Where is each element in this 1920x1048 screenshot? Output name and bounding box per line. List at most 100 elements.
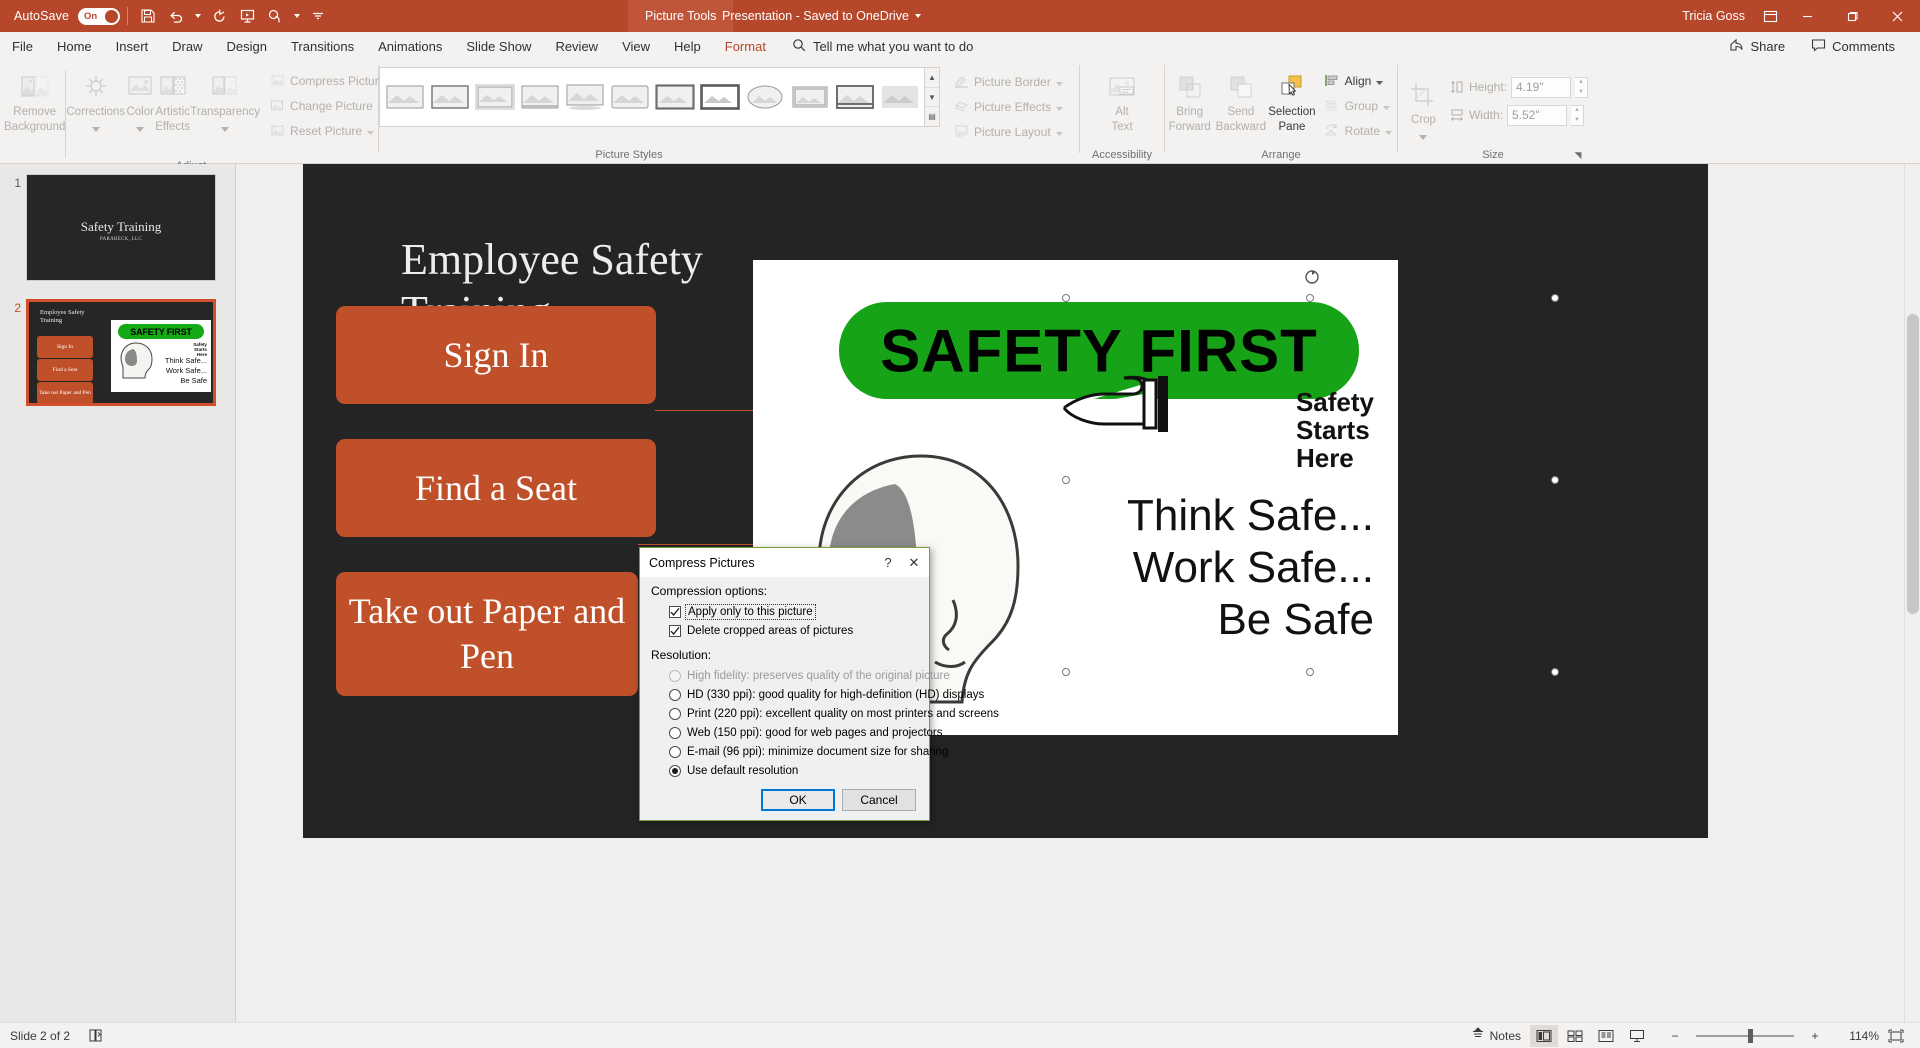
tab-design[interactable]: Design (215, 32, 279, 61)
alt-text-button[interactable]: Alt Text (1090, 66, 1154, 134)
selection-pane-button[interactable]: Selection Pane (1267, 66, 1316, 134)
zoom-knob[interactable] (1748, 1028, 1753, 1043)
group-button[interactable]: Group (1319, 94, 1397, 117)
minimize-button[interactable] (1785, 0, 1830, 32)
radio-hd-330[interactable]: HD (330 ppi): good quality for high-defi… (669, 686, 984, 703)
picture-style-option[interactable] (517, 70, 562, 124)
radio-print-220[interactable]: Print (220 ppi): excellent quality on mo… (669, 705, 999, 722)
radio-web-150[interactable]: Web (150 ppi): good for web pages and pr… (669, 724, 943, 741)
radio-email-96[interactable]: E-mail (96 ppi): minimize document size … (669, 743, 948, 760)
zoom-track[interactable] (1696, 1028, 1794, 1043)
ribbon-display-options-icon[interactable] (1755, 1, 1785, 31)
user-name[interactable]: Tricia Goss (1682, 9, 1745, 23)
customize-qat-icon[interactable] (305, 4, 331, 28)
picture-effects-button[interactable]: Picture Effects (948, 95, 1068, 118)
start-presentation-icon[interactable] (234, 4, 260, 28)
checkbox-delete-cropped-areas[interactable]: Delete cropped areas of pictures (669, 622, 918, 639)
undo-dropdown-caret[interactable] (191, 4, 204, 28)
width-spinner[interactable]: ▲ ▼ (1570, 104, 1584, 126)
selection-handle-top-left[interactable] (1062, 294, 1070, 302)
selection-handle-bottom-left[interactable] (1062, 668, 1070, 676)
height-input[interactable]: 4.19" (1511, 76, 1571, 98)
dialog-close-icon[interactable]: ✕ (901, 550, 927, 576)
agenda-box-sign-in[interactable]: Sign In (336, 306, 656, 404)
change-picture-button[interactable]: Change Picture (264, 94, 396, 117)
reset-picture-button[interactable]: Reset Picture (264, 119, 396, 142)
save-icon[interactable] (135, 4, 161, 28)
send-backward-button[interactable]: Send Backward (1214, 66, 1267, 134)
rotate-button[interactable]: Rotate (1319, 119, 1397, 142)
reading-view-button[interactable] (1592, 1025, 1620, 1047)
tab-insert[interactable]: Insert (104, 32, 161, 61)
dialog-help-icon[interactable]: ? (875, 550, 901, 576)
tab-file[interactable]: File (0, 32, 45, 61)
normal-view-button[interactable] (1530, 1024, 1558, 1047)
tab-animations[interactable]: Animations (366, 32, 454, 61)
selection-handle-bottom-right[interactable] (1551, 668, 1559, 676)
picture-style-option[interactable] (652, 70, 697, 124)
autosave-toggle[interactable]: On (78, 7, 121, 25)
selection-handle-top-center[interactable] (1306, 294, 1314, 302)
zoom-level-label[interactable]: 114% (1839, 1029, 1879, 1043)
picture-styles-scroll-controls[interactable]: ▲ ▼ ▤ (925, 67, 940, 127)
size-dialog-launcher[interactable]: ◥ (1571, 148, 1585, 162)
radio-use-default-resolution[interactable]: Use default resolution (669, 762, 918, 779)
picture-style-option[interactable] (787, 70, 832, 124)
picture-styles-gallery[interactable] (379, 67, 925, 127)
rotate-selection-handle[interactable] (1304, 269, 1320, 285)
gallery-scroll-up-icon[interactable]: ▲ (925, 68, 939, 88)
tab-view[interactable]: View (610, 32, 662, 61)
picture-border-button[interactable]: Picture Border (948, 70, 1068, 93)
height-spinner[interactable]: ▲ ▼ (1575, 76, 1588, 98)
undo-icon[interactable] (163, 4, 189, 28)
gallery-more-icon[interactable]: ▤ (925, 107, 939, 126)
slide-canvas[interactable]: Employee Safety Training Sign In Find a … (303, 164, 1708, 838)
picture-layout-button[interactable]: Picture Layout (948, 120, 1068, 143)
align-button[interactable]: Align (1319, 69, 1397, 92)
agenda-box-find-a-seat[interactable]: Find a Seat (336, 439, 656, 537)
width-input[interactable]: 5.52" (1506, 104, 1567, 126)
tab-draw[interactable]: Draw (160, 32, 214, 61)
comments-button[interactable]: Comments (1798, 32, 1908, 61)
bring-forward-button[interactable]: Bring Forward (1165, 66, 1214, 134)
slide-thumbnail-1[interactable]: Safety Training PARABECK, LLC (26, 174, 216, 281)
selection-handle-middle-left[interactable] (1062, 476, 1070, 484)
agenda-box-take-out-paper[interactable]: Take out Paper and Pen (336, 572, 638, 696)
tell-me-search[interactable]: Tell me what you want to do (778, 32, 983, 61)
picture-style-option[interactable] (472, 70, 517, 124)
zoom-in-button[interactable]: + (1802, 1025, 1828, 1047)
selection-handle-top-right[interactable] (1551, 294, 1559, 302)
picture-style-option[interactable] (742, 70, 787, 124)
fit-slide-to-window-button[interactable] (1882, 1025, 1910, 1047)
tab-slide-show[interactable]: Slide Show (454, 32, 543, 61)
slide-sorter-button[interactable] (1561, 1025, 1589, 1047)
tab-transitions[interactable]: Transitions (279, 32, 366, 61)
document-title[interactable]: Presentation - Saved to OneDrive (712, 0, 931, 32)
restore-button[interactable] (1830, 0, 1875, 32)
picture-style-option[interactable] (607, 70, 652, 124)
selection-handle-bottom-center[interactable] (1306, 668, 1314, 676)
zoom-slider[interactable]: − + (1662, 1025, 1828, 1047)
tab-help[interactable]: Help (662, 32, 713, 61)
gallery-scroll-down-icon[interactable]: ▼ (925, 88, 939, 108)
color-button[interactable]: Color (125, 66, 155, 135)
tab-review[interactable]: Review (543, 32, 610, 61)
ok-button[interactable]: OK (761, 789, 835, 811)
redo-icon[interactable] (206, 4, 232, 28)
slide-thumbnail-2[interactable]: Employee Safety Training Sign In Find a … (26, 299, 216, 406)
vertical-scrollbar[interactable] (1904, 164, 1920, 1022)
picture-style-option[interactable] (832, 70, 877, 124)
picture-style-option[interactable] (562, 70, 607, 124)
picture-style-option[interactable] (877, 70, 922, 124)
close-button[interactable] (1875, 0, 1920, 32)
picture-style-option[interactable] (427, 70, 472, 124)
remove-background-button[interactable]: Remove Background (4, 66, 65, 134)
checkbox-apply-only-to-this-picture[interactable]: Apply only to this picture (669, 603, 918, 620)
share-button[interactable]: Share (1716, 32, 1798, 61)
compress-pictures-button[interactable]: Compress Pictures (264, 69, 396, 92)
cancel-button[interactable]: Cancel (842, 789, 916, 811)
tab-format[interactable]: Format (713, 32, 778, 61)
notes-button[interactable]: Notes (1465, 1025, 1527, 1047)
transparency-button[interactable]: Transparency (190, 66, 260, 135)
tab-home[interactable]: Home (45, 32, 104, 61)
